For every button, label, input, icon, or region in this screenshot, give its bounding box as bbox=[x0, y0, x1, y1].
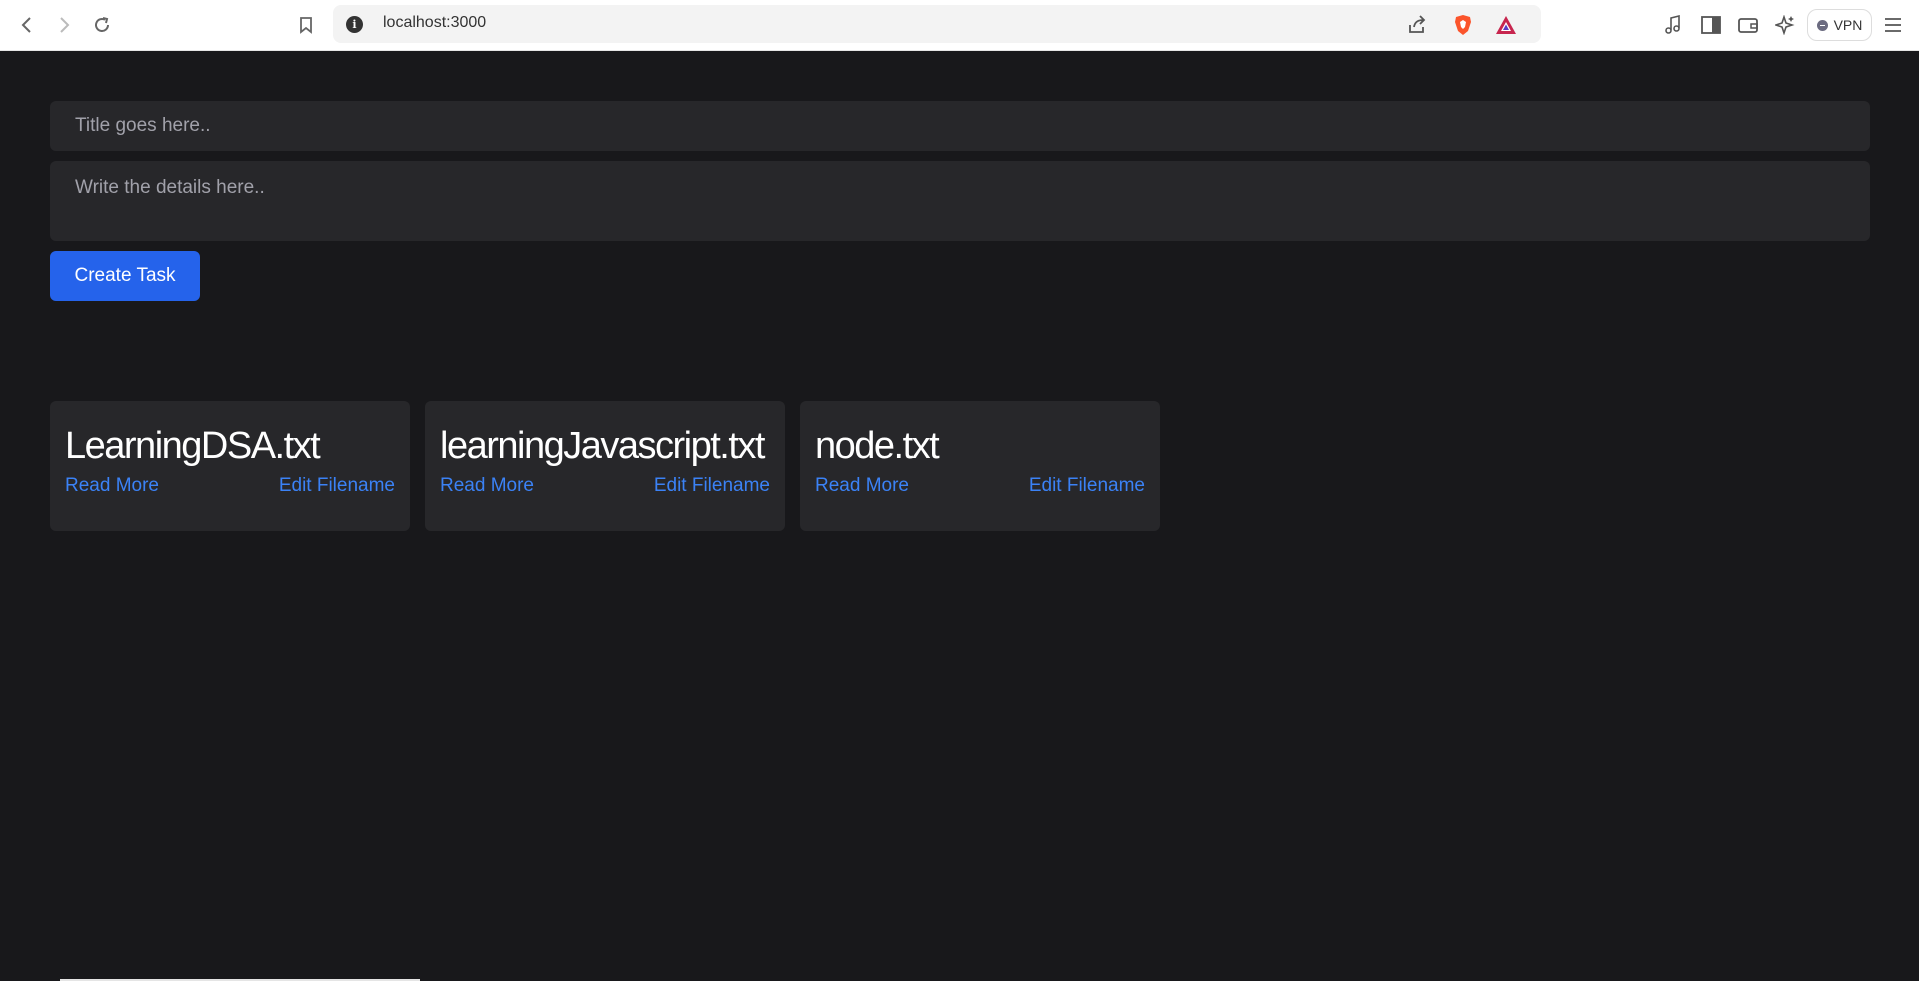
leo-ai-icon[interactable] bbox=[1774, 14, 1796, 36]
url-text[interactable]: localhost:3000 bbox=[383, 14, 486, 32]
task-actions: Read More Edit Filename bbox=[65, 475, 395, 497]
site-info-icon[interactable]: i bbox=[346, 16, 363, 33]
edit-filename-link[interactable]: Edit Filename bbox=[279, 475, 395, 497]
brave-shields-icon[interactable] bbox=[1452, 14, 1474, 36]
menu-icon[interactable] bbox=[1882, 14, 1904, 36]
task-card: LearningDSA.txt Read More Edit Filename bbox=[50, 401, 410, 531]
wallet-icon[interactable] bbox=[1737, 14, 1759, 36]
brave-rewards-icon[interactable] bbox=[1495, 14, 1517, 36]
vpn-label: VPN bbox=[1833, 17, 1863, 33]
bookmark-icon[interactable] bbox=[295, 14, 317, 36]
sidebar-icon[interactable] bbox=[1700, 14, 1722, 36]
task-list: LearningDSA.txt Read More Edit Filename … bbox=[50, 401, 1160, 531]
read-more-link[interactable]: Read More bbox=[815, 475, 909, 497]
task-title: learningJavascript.txt bbox=[440, 425, 765, 467]
task-title: LearningDSA.txt bbox=[65, 425, 321, 467]
task-title: node.txt bbox=[815, 425, 940, 467]
title-input[interactable] bbox=[50, 101, 1870, 151]
back-icon[interactable] bbox=[16, 14, 38, 36]
vpn-button[interactable]: VPN bbox=[1807, 9, 1872, 41]
browser-toolbar: i localhost:3000 VPN bbox=[0, 0, 1919, 51]
address-bar[interactable] bbox=[333, 5, 1541, 43]
media-icon[interactable] bbox=[1662, 14, 1684, 36]
share-icon[interactable] bbox=[1406, 14, 1428, 36]
forward-icon[interactable] bbox=[53, 14, 75, 36]
task-card: learningJavascript.txt Read More Edit Fi… bbox=[425, 401, 785, 531]
edit-filename-link[interactable]: Edit Filename bbox=[654, 475, 770, 497]
task-card: node.txt Read More Edit Filename bbox=[800, 401, 1160, 531]
edit-filename-link[interactable]: Edit Filename bbox=[1029, 475, 1145, 497]
vpn-icon bbox=[1816, 19, 1828, 31]
read-more-link[interactable]: Read More bbox=[440, 475, 534, 497]
reload-icon[interactable] bbox=[91, 14, 113, 36]
read-more-link[interactable]: Read More bbox=[65, 475, 159, 497]
details-textarea[interactable] bbox=[50, 161, 1870, 241]
task-actions: Read More Edit Filename bbox=[815, 475, 1145, 497]
create-task-button[interactable]: Create Task bbox=[50, 251, 200, 301]
task-actions: Read More Edit Filename bbox=[440, 475, 770, 497]
